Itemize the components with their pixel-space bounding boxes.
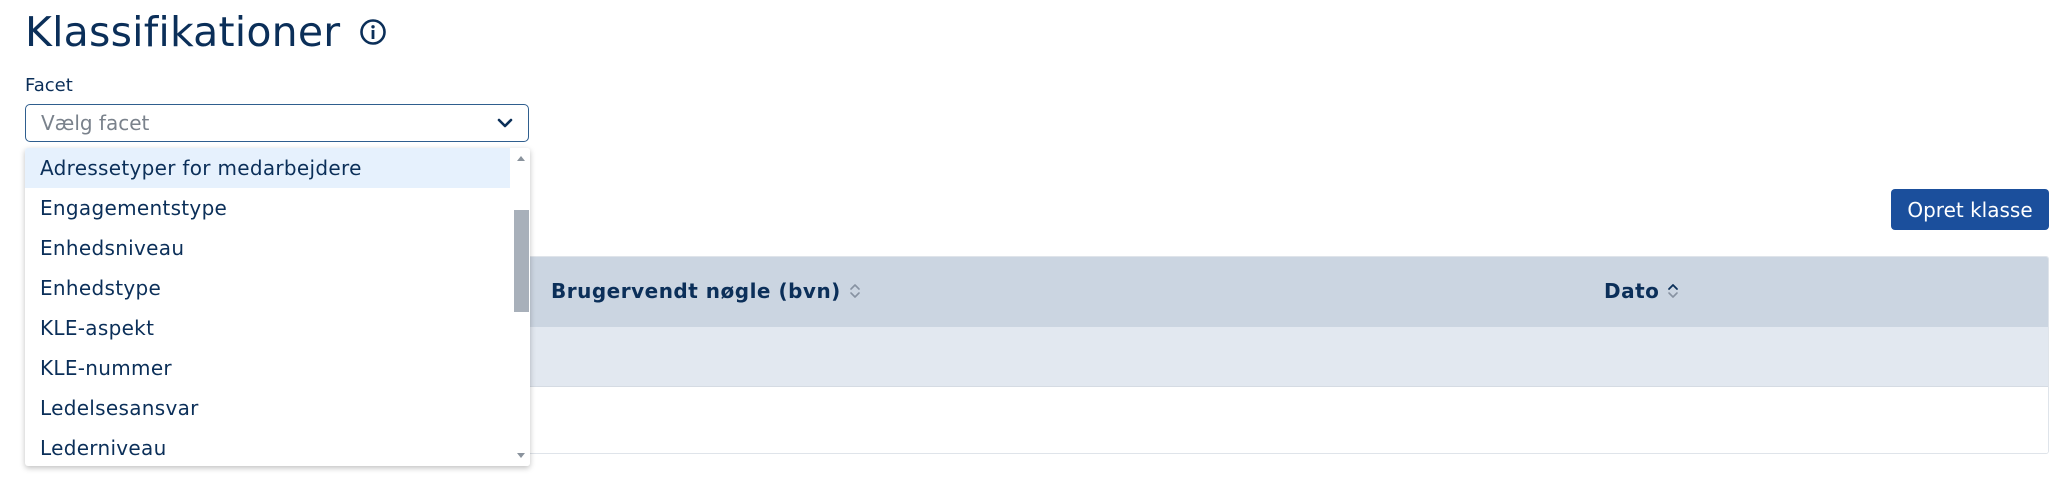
dropdown-scrollbar[interactable] [512,148,530,466]
sort-both-icon [1668,284,1679,298]
facet-dropdown-menu: Adressetyper for medarbejdere Engagement… [25,148,530,466]
column-header-date[interactable]: Dato [1604,279,1679,303]
classifications-page: Klassifikationer Facet Vælg facet Opret … [0,0,2065,492]
facet-option[interactable]: Adressetyper for medarbejdere [25,148,510,188]
column-header-bvn-label: Brugervendt nøgle (bvn) [551,279,841,303]
facet-option[interactable]: Engagementstype [25,188,510,228]
facet-select-placeholder: Vælg facet [41,111,150,135]
facet-option[interactable]: KLE-aspekt [25,308,510,348]
facet-option[interactable]: Enhedsniveau [25,228,510,268]
title-row: Klassifikationer [25,8,388,56]
facet-option[interactable]: KLE-nummer [25,348,510,388]
column-header-date-label: Dato [1604,279,1660,303]
scroll-up-arrow-icon[interactable] [516,154,526,162]
scrollbar-thumb[interactable] [514,210,529,312]
facet-label: Facet [25,75,73,96]
facet-option[interactable]: Ledelsesansvar [25,388,510,428]
create-class-button[interactable]: Opret klasse [1891,189,2049,230]
page-title: Klassifikationer [25,8,341,56]
facet-option[interactable]: Enhedstype [25,268,510,308]
facet-options-list: Adressetyper for medarbejdere Engagement… [25,148,510,466]
info-circle-icon[interactable] [358,17,388,47]
scroll-down-arrow-icon[interactable] [516,452,526,460]
chevron-down-icon [497,118,513,128]
facet-option[interactable]: Lederniveau [25,428,510,466]
facet-select[interactable]: Vælg facet [25,104,529,142]
column-header-bvn[interactable]: Brugervendt nøgle (bvn) [551,279,861,303]
sort-both-icon [850,284,860,298]
